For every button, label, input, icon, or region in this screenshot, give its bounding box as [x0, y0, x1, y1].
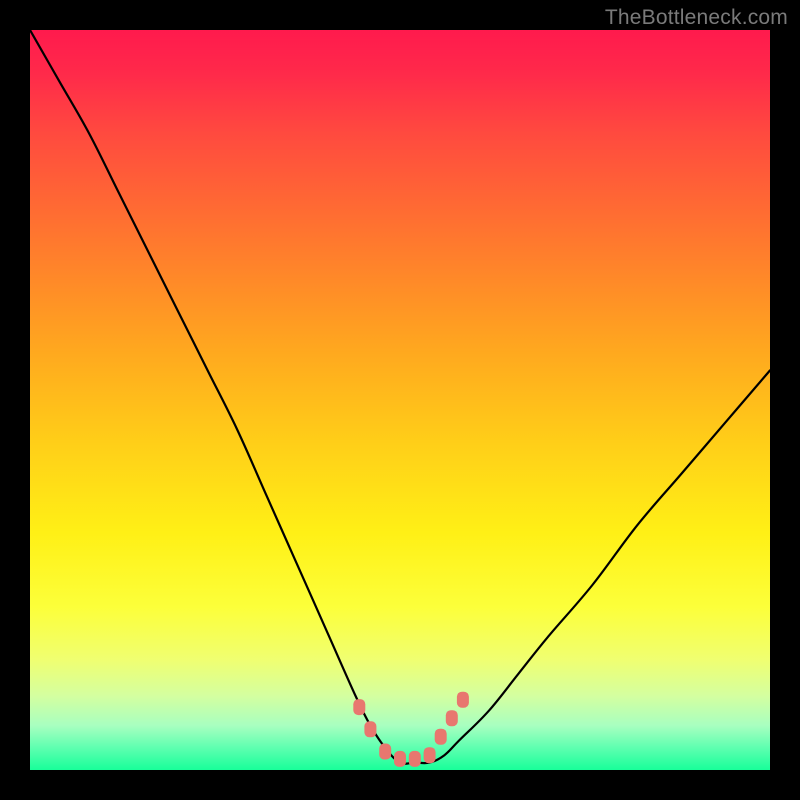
valley-markers-group [353, 692, 469, 767]
bottleneck-curve [30, 30, 770, 764]
watermark-text: TheBottleneck.com [605, 6, 788, 30]
valley-marker [457, 692, 469, 708]
valley-marker [424, 747, 436, 763]
valley-marker [409, 751, 421, 767]
valley-marker [353, 699, 365, 715]
valley-marker [435, 729, 447, 745]
plot-area [30, 30, 770, 770]
valley-marker [364, 721, 376, 737]
chart-frame: TheBottleneck.com [0, 0, 800, 800]
curve-layer [30, 30, 770, 770]
valley-marker [379, 744, 391, 760]
valley-marker [394, 751, 406, 767]
valley-marker [446, 710, 458, 726]
